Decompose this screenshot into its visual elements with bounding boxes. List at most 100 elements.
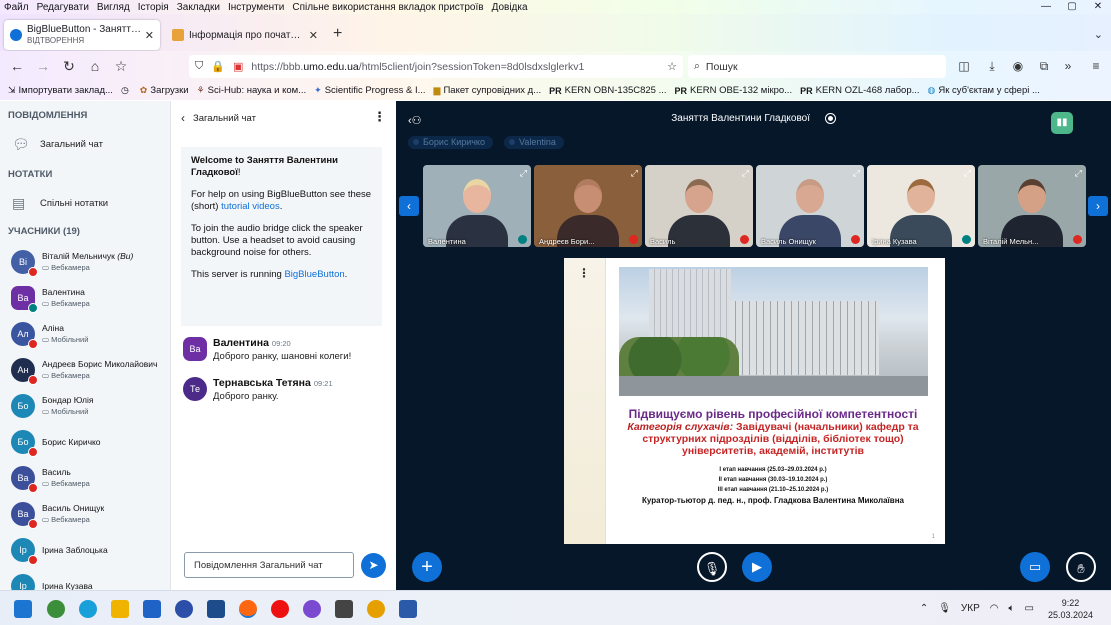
video-tile[interactable]: ⤢ Ірина Кузава	[867, 165, 975, 247]
search-box[interactable]: ⌕ Пошук	[688, 55, 946, 78]
camera-permission-icon[interactable]: ▣	[233, 60, 243, 73]
extensions-icon[interactable]: ⧉	[1036, 59, 1052, 74]
maximize-icon[interactable]: ▢	[1059, 0, 1085, 14]
bookmark-scihub[interactable]: ⚘ Sci-Hub: наука и ком...	[197, 85, 307, 96]
shield-icon[interactable]: ⛉	[195, 60, 203, 73]
back-arrow-icon[interactable]: ←	[8, 57, 26, 75]
file-explorer-icon[interactable]	[111, 600, 129, 618]
recording-indicator-icon[interactable]	[824, 113, 836, 124]
bookmark-scientific[interactable]: ✦ Scientific Progress & I...	[314, 85, 425, 96]
lock-icon[interactable]: 🔒	[211, 60, 225, 73]
tray-chevron-icon[interactable]: ⌃	[920, 603, 928, 614]
bookmark-import[interactable]: ⇲ Імпортувати заклад...	[8, 85, 113, 96]
video-tile[interactable]: ⤢ Василь	[645, 165, 753, 247]
pocket-save-icon[interactable]: ◫	[956, 59, 972, 73]
bookmark-package[interactable]: ▆ Пакет супровідних д...	[434, 85, 542, 96]
raise-hand-button[interactable]: ✋︎	[1066, 552, 1096, 582]
menu-tab-sharing[interactable]: Спільне використання вкладок пристроїв	[288, 2, 487, 13]
menu-bookmarks[interactable]: Закладки	[173, 2, 224, 13]
clock[interactable]: 9:22 25.03.2024	[1048, 597, 1093, 621]
bookmark-kern-1[interactable]: PR KERN OBN-135C825 ...	[549, 85, 666, 96]
zoom-icon[interactable]	[175, 600, 193, 618]
home-icon[interactable]: ⌂	[86, 57, 104, 75]
widgets-icon[interactable]	[47, 600, 65, 618]
chat-message-input[interactable]: Повідомлення Загальний чат	[184, 552, 354, 578]
video-tile[interactable]: ⤢ Андреєв Бори...	[534, 165, 642, 247]
fullscreen-icon[interactable]: ⤢	[742, 168, 749, 179]
tab-bigbluebutton[interactable]: BigBlueButton - Заняття Вален ВІДТВОРЕНН…	[4, 20, 160, 50]
close-tab-icon[interactable]: ✕	[309, 29, 318, 42]
menu-history[interactable]: Історія	[134, 2, 173, 13]
tutorial-videos-link[interactable]: tutorial videos	[221, 201, 280, 212]
presentation-toggle-button[interactable]: ▭	[1020, 552, 1050, 582]
bookmark-downloads[interactable]: ✿ Загрузки	[140, 85, 189, 96]
participant-item[interactable]: Ан Андреєв Борис Миколайович ▭ Вебкамера	[11, 356, 169, 385]
menu-view[interactable]: Вигляд	[93, 2, 134, 13]
language-indicator[interactable]: УКР	[961, 603, 980, 614]
wifi-icon[interactable]: ◠	[990, 603, 999, 614]
video-tile[interactable]: ⤢ Василь Онищук	[756, 165, 864, 247]
pocket-icon[interactable]: ☆	[112, 57, 130, 75]
tab-info[interactable]: Інформація про початок нав ✕	[166, 20, 324, 50]
fullscreen-icon[interactable]: ⤢	[964, 168, 971, 179]
menu-tools[interactable]: Інструменти	[224, 2, 288, 13]
new-tab-icon[interactable]: +	[333, 26, 342, 42]
connection-status-icon[interactable]: ▮▮	[1051, 112, 1073, 134]
bookmark-kern-2[interactable]: PR KERN OBE-132 мікро...	[675, 85, 793, 96]
store-icon[interactable]	[207, 600, 225, 618]
menu-help[interactable]: Довідка	[488, 2, 532, 13]
public-chat-item[interactable]: 💬︎ Загальний чат	[0, 136, 103, 152]
send-message-button[interactable]: ➤	[361, 553, 386, 578]
close-window-icon[interactable]: ✕	[1085, 0, 1111, 14]
bookmark-subjects[interactable]: ◍ Як суб'єктам у сфері ...	[928, 85, 1040, 96]
windows-start-icon[interactable]	[14, 600, 32, 618]
participant-item[interactable]: Бо Борис Киричко	[11, 428, 169, 457]
video-tile[interactable]: ⤢ Валентина	[423, 165, 531, 247]
address-bar[interactable]: ⛉ 🔒 ▣ https://bbb.umo.edu.ua/html5client…	[189, 55, 683, 78]
app-icon[interactable]	[335, 600, 353, 618]
bbb-link[interactable]: BigBlueButton	[284, 269, 344, 280]
participant-item[interactable]: Ір Ірина Заблоцька	[11, 536, 169, 565]
overflow-icon[interactable]: »	[1060, 59, 1076, 73]
opera-icon[interactable]	[271, 600, 289, 618]
unmute-button[interactable]: 🎙︎	[697, 552, 727, 582]
participant-item[interactable]: Ір Ірина Кузава	[11, 572, 169, 590]
close-tab-icon[interactable]: ✕	[145, 29, 154, 42]
shared-notes-item[interactable]: ▤ Спільні нотатки	[0, 195, 108, 211]
viber-icon[interactable]	[303, 600, 321, 618]
fullscreen-icon[interactable]: ⤢	[520, 168, 527, 179]
word-icon[interactable]	[399, 600, 417, 618]
battery-icon[interactable]: ▭	[1025, 603, 1034, 614]
forward-arrow-icon[interactable]: →	[34, 57, 52, 75]
menu-file[interactable]: Файл	[0, 2, 33, 13]
bookmark-kern-3[interactable]: PR KERN OZL-468 лабор...	[800, 85, 919, 96]
edge-icon[interactable]	[79, 600, 97, 618]
video-tile[interactable]: ⤢ Віталій Мельн...	[978, 165, 1086, 247]
bookmark-history[interactable]: ◷	[121, 85, 132, 96]
participant-item[interactable]: Бо Бондар Юлія ▭ Мобільний	[11, 392, 169, 420]
downloads-icon[interactable]: ⤓	[984, 59, 1000, 74]
reload-icon[interactable]: ↻	[60, 57, 78, 75]
mail-icon[interactable]	[143, 600, 161, 618]
fullscreen-icon[interactable]: ⤢	[1075, 168, 1082, 179]
actions-plus-button[interactable]: +	[412, 552, 442, 582]
bookmark-star-icon[interactable]: ☆	[667, 60, 677, 73]
fullscreen-icon[interactable]: ⤢	[631, 168, 638, 179]
chrome-icon[interactable]	[367, 600, 385, 618]
prev-videos-button[interactable]: ‹	[399, 196, 419, 216]
participant-item[interactable]: Ал Аліна ▭ Мобільний	[11, 320, 169, 349]
participant-item[interactable]: Ва Валентина ▭ Вебкамера	[11, 284, 169, 313]
tab-list-chevron-icon[interactable]: ⌄	[1094, 28, 1103, 41]
microphone-icon[interactable]: 🎙︎	[938, 603, 951, 614]
participant-item[interactable]: Ва Василь Онищук ▭ Вебкамера	[11, 500, 169, 529]
webcam-button[interactable]: ▶	[742, 552, 772, 582]
menu-edit[interactable]: Редагувати	[33, 2, 93, 13]
volume-icon[interactable]: 🔈︎	[1009, 603, 1015, 614]
participant-item[interactable]: Ві Віталій Мельничук (Ви) ▭ Вебкамера	[11, 248, 169, 277]
hamburger-menu-icon[interactable]: ≡	[1088, 59, 1104, 73]
presentation-options-icon[interactable]: ⋮	[578, 266, 590, 280]
fullscreen-icon[interactable]: ⤢	[853, 168, 860, 179]
hide-chat-chevron-icon[interactable]: ‹	[181, 111, 185, 125]
minimize-icon[interactable]: —	[1033, 0, 1059, 14]
participant-item[interactable]: Ва Василь ▭ Вебкамера	[11, 464, 169, 493]
